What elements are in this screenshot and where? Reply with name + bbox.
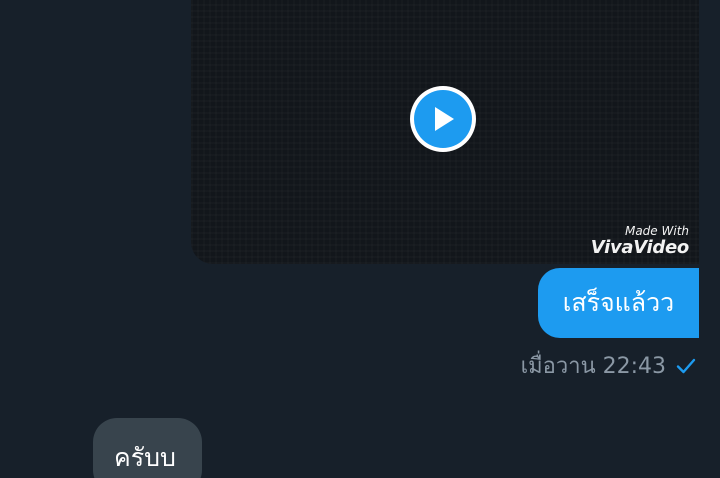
outgoing-message-text: เสร็จแล้วว [562,288,675,317]
watermark-made-with: Made With [624,224,689,238]
incoming-message-bubble[interactable]: ครับบ [93,418,202,478]
play-button[interactable] [410,86,476,152]
play-icon [414,90,472,148]
watermark-brand: VivaVideo [590,237,690,258]
video-message[interactable]: Made With VivaVideo [191,0,699,264]
video-watermark: Made With VivaVideo [590,224,690,258]
outgoing-message-bubble[interactable]: เสร็จแล้วว [538,268,699,338]
incoming-message-text: ครับบ [114,443,176,472]
check-icon [676,358,696,374]
message-meta: เมื่อวาน 22:43 [521,348,696,383]
conversation-view: Made With VivaVideo เสร็จแล้วว เมื่อวาน … [0,0,720,478]
message-timestamp: เมื่อวาน 22:43 [520,354,666,379]
